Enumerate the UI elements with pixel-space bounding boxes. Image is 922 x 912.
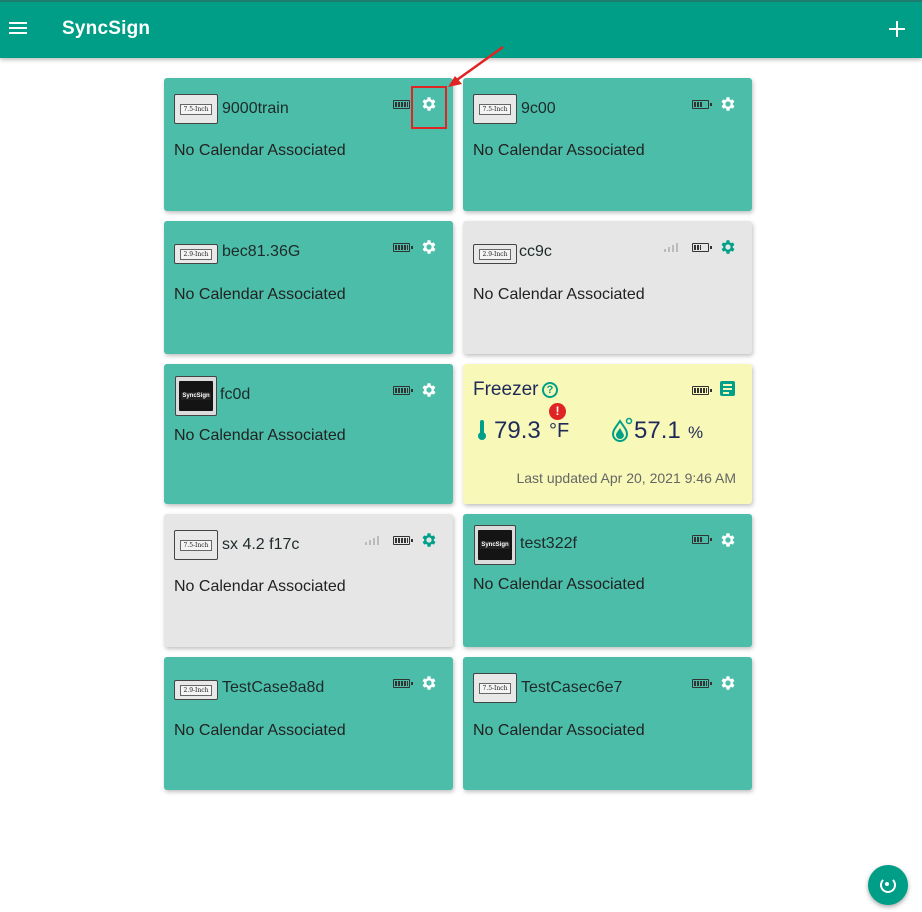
alert-icon: ! bbox=[549, 403, 566, 420]
add-device-button[interactable] bbox=[884, 16, 910, 42]
device-thumbnail: 2.9-Inch bbox=[174, 680, 218, 700]
device-card[interactable]: SyncSign fc0d No Calendar Associated bbox=[164, 364, 453, 504]
temperature-unit: °F bbox=[549, 420, 570, 442]
device-name: 9c00 bbox=[521, 100, 556, 117]
calendar-status: No Calendar Associated bbox=[473, 576, 645, 593]
calendar-status: No Calendar Associated bbox=[473, 722, 645, 739]
thumbnail-label: SyncSign bbox=[480, 541, 510, 549]
calendar-status: No Calendar Associated bbox=[174, 286, 346, 303]
thumbnail-label: 7.5-Inch bbox=[479, 103, 511, 115]
device-name: fc0d bbox=[220, 386, 251, 403]
app-bar: SyncSign bbox=[0, 0, 922, 58]
gear-icon[interactable] bbox=[420, 531, 438, 549]
device-thumbnail: 7.5-Inch bbox=[473, 94, 517, 124]
device-name: bec81.36G bbox=[222, 243, 301, 260]
device-thumbnail: 2.9-Inch bbox=[473, 244, 517, 264]
device-card[interactable]: 2.9-Inch bec81.36G No Calendar Associate… bbox=[164, 221, 453, 354]
device-card[interactable]: 2.9-Inch TestCase8a8d No Calendar Associ… bbox=[164, 657, 453, 790]
calendar-status: No Calendar Associated bbox=[174, 722, 346, 739]
gear-icon[interactable] bbox=[420, 95, 438, 113]
device-thumbnail: 7.5-Inch bbox=[473, 673, 517, 703]
device-name: test322f bbox=[520, 535, 577, 552]
battery-icon bbox=[692, 535, 712, 544]
calendar-status: No Calendar Associated bbox=[473, 142, 645, 159]
last-updated: Last updated Apr 20, 2021 9:46 AM bbox=[516, 470, 736, 486]
device-thumbnail: SyncSign bbox=[474, 525, 516, 565]
refresh-icon bbox=[880, 877, 896, 893]
battery-icon bbox=[393, 386, 413, 395]
battery-icon bbox=[393, 679, 413, 688]
hamburger-menu-icon[interactable] bbox=[6, 19, 30, 39]
device-thumbnail: 7.5-Inch bbox=[174, 94, 218, 124]
device-card[interactable]: 7.5-Inch TestCasec6e7 No Calendar Associ… bbox=[463, 657, 752, 790]
device-card[interactable]: SyncSign test322f No Calendar Associated bbox=[463, 514, 752, 647]
thumbnail-label: 7.5-Inch bbox=[180, 539, 212, 551]
app-title: SyncSign bbox=[62, 18, 151, 39]
battery-icon bbox=[393, 100, 413, 109]
device-card[interactable]: 7.5-Inch 9c00 No Calendar Associated bbox=[463, 78, 752, 211]
battery-icon bbox=[393, 536, 413, 545]
thumbnail-label: 7.5-Inch bbox=[180, 103, 212, 115]
gear-icon[interactable] bbox=[420, 674, 438, 692]
sensor-card[interactable]: Freezer ? ! 79.3 °F 57.1 % Last updated … bbox=[463, 364, 752, 504]
battery-icon bbox=[692, 243, 712, 252]
device-card[interactable]: 2.9-Inch cc9c No Calendar Associated bbox=[463, 221, 752, 354]
calendar-status: No Calendar Associated bbox=[174, 142, 346, 159]
device-card[interactable]: 7.5-Inch 9000train No Calendar Associate… bbox=[164, 78, 453, 211]
thumbnail-label: 2.9-Inch bbox=[180, 248, 212, 260]
gear-icon[interactable] bbox=[420, 238, 438, 256]
gear-icon[interactable] bbox=[719, 531, 737, 549]
signal-icon bbox=[664, 243, 680, 252]
battery-icon bbox=[692, 386, 712, 395]
device-name: sx 4.2 f17c bbox=[222, 536, 300, 553]
device-thumbnail: 2.9-Inch bbox=[174, 244, 218, 264]
help-circle-icon[interactable]: ? bbox=[542, 382, 558, 398]
gear-icon[interactable] bbox=[719, 674, 737, 692]
thumbnail-label: 7.5-Inch bbox=[479, 682, 511, 694]
device-thumbnail: 7.5-Inch bbox=[174, 530, 218, 560]
signal-icon bbox=[365, 536, 381, 545]
sensor-name: Freezer bbox=[473, 379, 539, 400]
thumbnail-label: 2.9-Inch bbox=[180, 684, 212, 696]
thermometer-icon bbox=[478, 420, 486, 440]
humidity-value: 57.1 bbox=[634, 417, 681, 444]
battery-icon bbox=[393, 243, 413, 252]
device-card[interactable]: 7.5-Inch sx 4.2 f17c No Calendar Associa… bbox=[164, 514, 453, 647]
gear-icon[interactable] bbox=[420, 381, 438, 399]
device-name: 9000train bbox=[222, 100, 289, 117]
thumbnail-label: SyncSign bbox=[181, 392, 211, 400]
battery-icon bbox=[692, 679, 712, 688]
battery-icon bbox=[692, 100, 712, 109]
calendar-status: No Calendar Associated bbox=[174, 578, 346, 595]
humidity-icon bbox=[611, 417, 633, 442]
thumbnail-label: 2.9-Inch bbox=[479, 248, 511, 260]
temperature-value: 79.3 bbox=[494, 417, 541, 444]
device-name: cc9c bbox=[519, 243, 552, 260]
gear-icon[interactable] bbox=[719, 95, 737, 113]
calendar-status: No Calendar Associated bbox=[473, 286, 645, 303]
refresh-button[interactable] bbox=[868, 865, 908, 905]
humidity-unit: % bbox=[688, 423, 704, 442]
device-thumbnail: SyncSign bbox=[175, 376, 217, 416]
gear-icon[interactable] bbox=[719, 238, 737, 256]
calendar-status: No Calendar Associated bbox=[174, 427, 346, 444]
device-name: TestCasec6e7 bbox=[521, 679, 623, 696]
device-name: TestCase8a8d bbox=[222, 679, 325, 696]
note-icon[interactable] bbox=[720, 381, 735, 396]
